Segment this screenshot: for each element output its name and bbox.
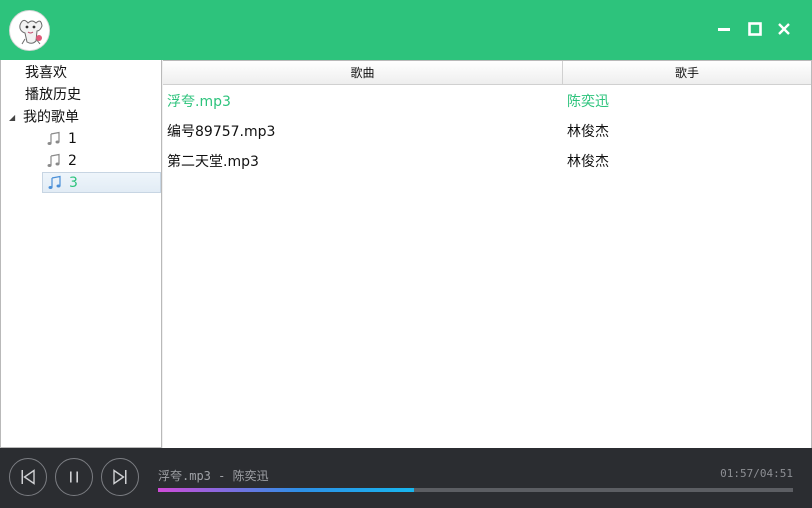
pause-icon [70,471,78,483]
playlist-tree: 我喜欢 播放历史 ◢ 我的歌单 1 2 3 [0,60,162,448]
sidebar-item-history[interactable]: 播放历史 [25,85,81,106]
expand-arrow-icon[interactable]: ◢ [9,107,23,128]
playlist-item-selected[interactable]: 3 [42,172,161,193]
table-header: 歌曲 歌手 [163,61,811,85]
maximize-icon [748,22,762,36]
column-header-artist[interactable]: 歌手 [563,61,811,85]
artist-cell: 林俊杰 [567,124,609,140]
table-row[interactable]: 编号89757.mp3 林俊杰 [163,117,811,147]
pause-button[interactable] [55,458,93,496]
sidebar-item-favorites[interactable]: 我喜欢 [25,63,67,84]
previous-button[interactable] [9,458,47,496]
song-table: 歌曲 歌手 浮夸.mp3 陈奕迅 编号89757.mp3 林俊杰 第二天堂.mp… [163,60,812,448]
table-row[interactable]: 浮夸.mp3 陈奕迅 [163,87,811,117]
next-button[interactable] [101,458,139,496]
sidebar-item-label: 我的歌单 [23,109,79,126]
progress-bar[interactable] [158,488,793,492]
playlist-label: 2 [68,153,77,169]
song-cell: 浮夸.mp3 [167,94,231,110]
music-note-icon [48,175,61,189]
playback-time: 01:57/04:51 [720,467,793,480]
table-row[interactable]: 第二天堂.mp3 林俊杰 [163,147,811,177]
artist-cell: 陈奕迅 [567,94,609,110]
song-cell: 编号89757.mp3 [167,124,276,140]
column-header-song[interactable]: 歌曲 [163,61,563,85]
close-icon [778,23,790,35]
previous-icon [21,469,35,485]
minimize-button[interactable] [714,19,734,39]
playlist-label: 1 [68,131,77,147]
maximize-button[interactable] [745,19,765,39]
mascot-logo-icon [10,11,49,50]
song-cell: 第二天堂.mp3 [167,154,259,170]
now-playing-text: 浮夸.mp3 - 陈奕迅 [158,469,269,483]
next-icon [113,469,127,485]
playlist-item[interactable]: 2 [42,151,161,172]
artist-cell: 林俊杰 [567,154,609,170]
title-bar [0,0,812,60]
minimize-icon [718,28,730,31]
player-bar: 浮夸.mp3 - 陈奕迅 01:57/04:51 [0,448,812,508]
avatar[interactable] [9,10,50,51]
close-button[interactable] [774,19,794,39]
playlist-label: 3 [69,175,78,191]
music-note-icon [47,153,60,167]
playlist-item[interactable]: 1 [42,129,161,150]
progress-fill [158,488,414,492]
music-note-icon [47,131,60,145]
sidebar-item-my-playlists[interactable]: ◢ 我的歌单 [9,107,79,128]
